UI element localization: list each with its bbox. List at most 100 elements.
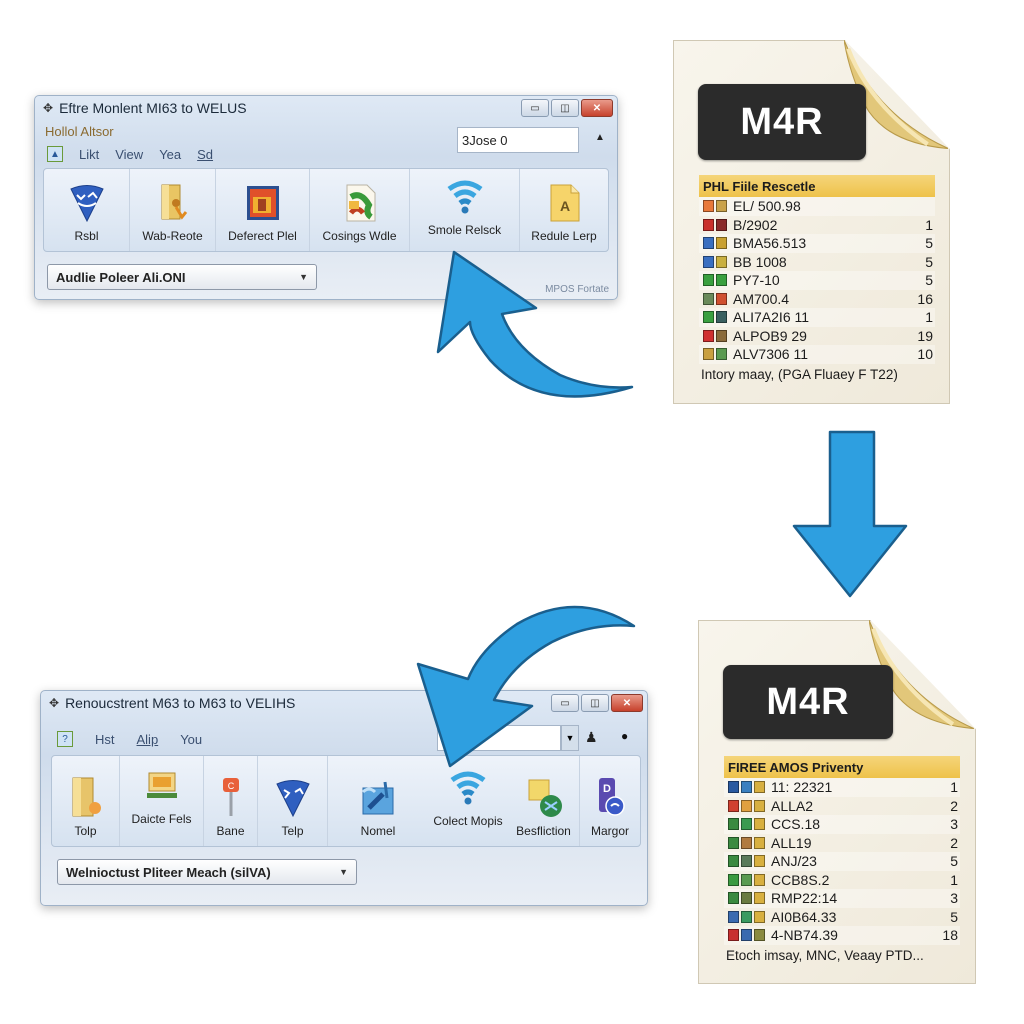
list-item[interactable]: ALV7306 11 10 (699, 345, 935, 364)
list-item-name: ANJ/23 (771, 853, 817, 870)
top-file-list: PHL Fiile Rescetle EL/ 500.98 B/2902 1 BMA5… (699, 175, 935, 385)
list-item[interactable]: PY7-10 5 (699, 271, 935, 290)
user-icon: D (591, 778, 629, 818)
file-type-icon (703, 348, 727, 361)
list-item-count: 18 (942, 927, 958, 944)
ribbon-button-rsbl[interactable]: Rsbl (44, 169, 130, 251)
list-item[interactable]: BMA56.513 5 (699, 234, 935, 253)
file-type-icon (703, 200, 727, 213)
menu-item-sd[interactable]: Sd (197, 147, 213, 162)
m4r-badge: M4R (723, 665, 893, 739)
list-item-name: RMP22:14 (771, 890, 838, 907)
file-type-icon (703, 329, 727, 342)
menu-item-yea[interactable]: Yea (159, 147, 181, 162)
list-item[interactable]: B/2902 1 (699, 216, 935, 235)
ribbon-button-cosings-wdle[interactable]: Cosings Wdle (310, 169, 410, 251)
list-item[interactable]: ALLA2 2 (724, 797, 960, 816)
list-item[interactable]: CCS.18 3 (724, 815, 960, 834)
list-item[interactable]: 11: 22321 1 (724, 778, 960, 797)
ribbon-button-wab-reote[interactable]: Wab-Reote (130, 169, 216, 251)
ribbon-button-telp[interactable]: Telp (258, 756, 328, 846)
app-icon: ✥ (49, 696, 60, 710)
file-type-icon (703, 237, 727, 250)
file-type-icon (728, 910, 765, 923)
menu-item-you[interactable]: You (180, 732, 202, 747)
format-dropdown[interactable]: Audlie Poleer Ali.ONI ▼ (47, 264, 317, 290)
list-item[interactable]: EL/ 500.98 (699, 197, 935, 216)
bottom-file-list: FIREE AMOS Priventy 11: 22321 1 ALLA2 2 CCS.… (724, 756, 960, 966)
close-button[interactable]: ✕ (581, 99, 613, 117)
ribbon-label: Cosings Wdle (322, 229, 397, 243)
list-item-count: 5 (950, 908, 958, 925)
collapse-ribbon-button[interactable]: ▲ (595, 132, 605, 143)
file-type-icon (703, 274, 727, 287)
list-item[interactable]: AI0B64.33 5 (724, 908, 960, 927)
list-item-name: 11: 22321 (771, 779, 833, 796)
app-menu-icon[interactable]: ▲ (47, 146, 63, 162)
list-item[interactable]: CCB8S.2 1 (724, 871, 960, 890)
menu-item-list[interactable]: Likt (79, 147, 99, 162)
shield-icon (68, 183, 106, 223)
list-item[interactable]: 4-NB74.39 18 (724, 926, 960, 945)
search-input[interactable]: 3Jose 0 (457, 127, 579, 153)
file-type-icon (703, 311, 727, 324)
list-item-name: CCB8S.2 (771, 871, 830, 888)
file-type-icon (703, 218, 727, 231)
globe-folder-icon (525, 778, 563, 818)
list-item-count: 19 (917, 327, 933, 344)
file-type-icon (728, 818, 765, 831)
list-item-name: PY7-10 (733, 272, 780, 289)
app-icon: ✥ (43, 101, 54, 115)
ribbon-label: Telp (281, 824, 304, 838)
ribbon-label: Margor (590, 824, 629, 838)
file-type-icon (728, 799, 765, 812)
list-item[interactable]: RMP22:14 3 (724, 889, 960, 908)
bottom-m4r-file: M4R FIREE AMOS Priventy 11: 22321 1 ALLA2 2… (698, 620, 976, 984)
wifi-icon (449, 768, 487, 808)
list-item[interactable]: ALL19 2 (724, 834, 960, 853)
menu-item-hst[interactable]: Hst (95, 732, 115, 747)
list-item[interactable]: BB 1008 5 (699, 253, 935, 272)
ribbon-label: Besfliction (516, 824, 571, 838)
pin-icon: C (212, 778, 250, 818)
list-item-name: BB 1008 (733, 253, 787, 270)
file-type-icon (728, 929, 765, 942)
ribbon-label: Deferect Plel (228, 229, 297, 243)
curved-arrow-down-left-icon (416, 605, 636, 768)
app-menu-icon[interactable]: ? (57, 731, 73, 747)
list-item[interactable]: ANJ/23 5 (724, 852, 960, 871)
list-item-name: 4-NB74.39 (771, 927, 838, 944)
ribbon-button-bane[interactable]: C Bane (204, 756, 258, 846)
ribbon-button-deferect-plel[interactable]: Deferect Plel (216, 169, 310, 251)
menu-item-alip[interactable]: Alip (137, 732, 159, 747)
ribbon-label: Wab-Reote (142, 229, 203, 243)
menu-item-view[interactable]: View (115, 147, 143, 162)
maximize-button[interactable]: ◫ (551, 99, 579, 117)
ribbon-button-smole-relsck[interactable]: Smole Relsck (410, 169, 520, 251)
filter-dropdown[interactable]: Welnioctust Pliteer Meach (silVA) ▼ (57, 859, 357, 885)
list-header: PHL Fiile Rescetle (699, 175, 935, 197)
document-icon (359, 778, 397, 818)
ribbon-label: Smole Relsck (427, 223, 502, 237)
list-item-name: ALL19 (771, 834, 812, 851)
top-window-title: Eftre Monlent MI63 to WELUS (59, 100, 247, 116)
list-item[interactable]: ALI7A2I6 11 1 (699, 308, 935, 327)
filter-dropdown-value: Welnioctust Pliteer Meach (silVA) (66, 864, 271, 880)
ribbon-label: Daicte Fels (131, 812, 192, 826)
search-value: 3Jose 0 (462, 132, 508, 148)
chevron-down-icon: ▼ (339, 867, 348, 877)
shield-icon (274, 778, 312, 818)
file-type-icon (728, 781, 765, 794)
ribbon-button-tolp[interactable]: Tolp (52, 756, 120, 846)
list-item-count: 5 (950, 853, 958, 870)
list-item[interactable]: AM700.4 16 (699, 290, 935, 309)
minimize-button[interactable]: ▭ (521, 99, 549, 117)
folder-icon (154, 183, 192, 223)
list-item[interactable]: ALPOB9 29 19 (699, 327, 935, 346)
ribbon-button-daicte-fels[interactable]: Daicte Fels (120, 756, 204, 846)
ribbon-button-redule-lerp[interactable]: A Redule Lerp (520, 169, 608, 251)
wifi-icon (446, 177, 484, 217)
list-item-count: 5 (925, 272, 933, 289)
bottom-window-title: Renoucstrent M63 to M63 to VELIHS (65, 695, 296, 711)
list-footer: Intory maay, (PGA Fluaey F T22) (701, 366, 898, 382)
